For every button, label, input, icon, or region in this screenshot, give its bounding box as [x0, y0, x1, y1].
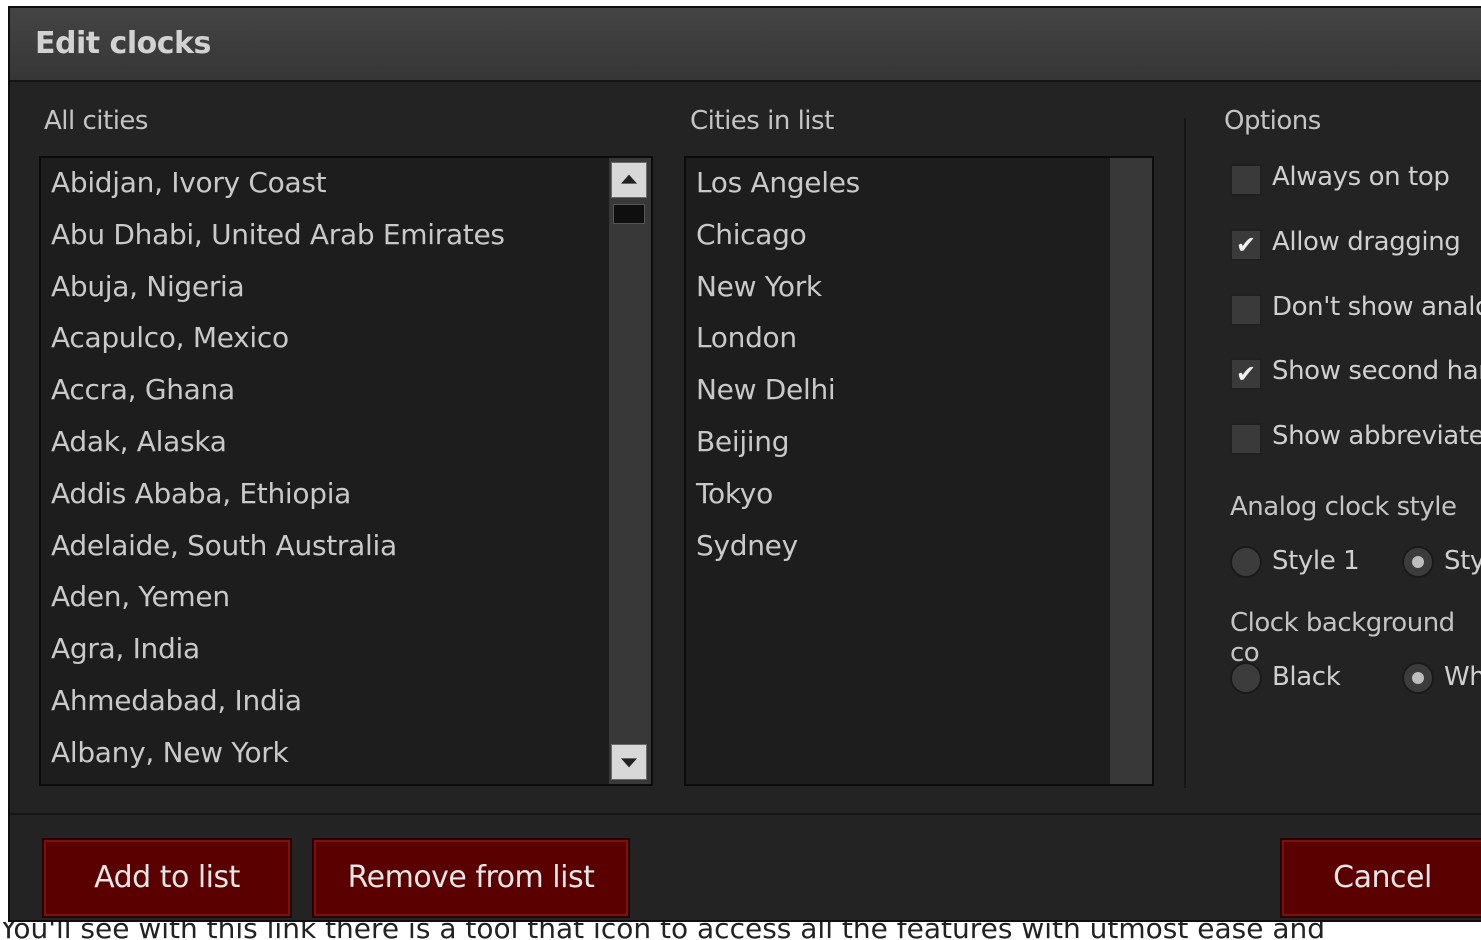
arrow-up-icon: [621, 174, 637, 184]
dialog-title: Edit clocks: [35, 26, 211, 61]
cities-in-list-list-item[interactable]: Tokyo: [696, 477, 773, 510]
all-cities-list-item[interactable]: Agra, India: [51, 632, 200, 665]
add-to-list-button[interactable]: Add to list: [42, 838, 292, 918]
all-cities-list-item[interactable]: Acapulco, Mexico: [51, 321, 289, 354]
cities-in-list-list-item[interactable]: London: [696, 321, 797, 354]
cities-in-list-list-item[interactable]: Chicago: [696, 218, 807, 251]
page-caption-text: You'll see with this link there is a too…: [0, 922, 1325, 940]
all-cities-list-item[interactable]: Accra, Ghana: [51, 373, 235, 406]
all-cities-list-item[interactable]: Aden, Yemen: [51, 580, 230, 613]
all-cities-list-item[interactable]: Ahmedabad, India: [51, 684, 302, 717]
all-cities-list-item[interactable]: Albany, New York: [51, 736, 289, 769]
all-cities-label: All cities: [44, 106, 148, 136]
checkmark-icon: ✔: [1235, 360, 1257, 388]
cities-in-list-listbox[interactable]: Los Angeles Chicago New York London New Delh…: [684, 156, 1154, 786]
clock-background-label: Clock background co: [1230, 608, 1455, 668]
scroll-down-button[interactable]: [611, 744, 647, 780]
cities-in-list-list-item[interactable]: New Delhi: [696, 373, 836, 406]
style-2-label: Sty: [1444, 546, 1481, 576]
option-checkbox[interactable]: ✔: [1230, 229, 1262, 261]
options-label: Options: [1224, 106, 1321, 136]
footer-divider: [10, 813, 1481, 815]
all-cities-scrollbar[interactable]: [609, 158, 651, 784]
cities-in-list-label: Cities in list: [690, 106, 834, 136]
cities-in-list-list-item[interactable]: Los Angeles: [696, 166, 860, 199]
all-cities-list-item[interactable]: Abidjan, Ivory Coast: [51, 166, 327, 199]
cancel-button[interactable]: Cancel: [1280, 838, 1481, 918]
edit-clocks-dialog: Edit clocks All cities Abidjan, Ivory Co…: [8, 6, 1481, 922]
option-checkbox[interactable]: ✔: [1230, 358, 1262, 390]
white-label: Wh: [1444, 662, 1481, 692]
checkmark-icon: ✔: [1235, 231, 1257, 259]
option-checkbox[interactable]: [1230, 294, 1262, 326]
all-cities-list-item[interactable]: Adak, Alaska: [51, 425, 227, 458]
cities-in-list-list-item[interactable]: New York: [696, 270, 822, 303]
option-checkbox[interactable]: [1230, 164, 1262, 196]
style-1-radio[interactable]: [1230, 546, 1262, 578]
option-label: Don't show analo: [1272, 292, 1481, 322]
option-label: Always on top: [1272, 162, 1450, 192]
arrow-down-icon: [621, 758, 637, 768]
style-2-radio[interactable]: [1402, 546, 1434, 578]
black-label: Black: [1272, 662, 1341, 692]
options-divider: [1184, 118, 1186, 788]
cities-in-list-list-item[interactable]: Beijing: [696, 425, 790, 458]
option-label: Show abbreviate: [1272, 421, 1481, 451]
remove-from-list-button[interactable]: Remove from list: [312, 838, 630, 918]
scroll-thumb[interactable]: [613, 204, 645, 224]
all-cities-list-item[interactable]: Adelaide, South Australia: [51, 529, 397, 562]
black-radio[interactable]: [1230, 662, 1262, 694]
option-label: Allow dragging: [1272, 227, 1461, 257]
style-1-label: Style 1: [1272, 546, 1360, 576]
white-radio[interactable]: [1402, 662, 1434, 694]
cities-in-list-list-item[interactable]: Sydney: [696, 529, 798, 562]
all-cities-list-item[interactable]: Abu Dhabi, United Arab Emirates: [51, 218, 505, 251]
option-label: Show second har: [1272, 356, 1481, 386]
analog-clock-style-label: Analog clock style: [1230, 492, 1457, 522]
title-bar[interactable]: Edit clocks: [10, 8, 1481, 82]
all-cities-listbox[interactable]: Abidjan, Ivory Coast Abu Dhabi, United Ar…: [39, 156, 653, 786]
scroll-up-button[interactable]: [611, 162, 647, 198]
all-cities-list-item[interactable]: Addis Ababa, Ethiopia: [51, 477, 351, 510]
option-checkbox[interactable]: [1230, 423, 1262, 455]
cities-in-list-scrollbar[interactable]: [1110, 158, 1152, 784]
all-cities-list-item[interactable]: Abuja, Nigeria: [51, 270, 245, 303]
